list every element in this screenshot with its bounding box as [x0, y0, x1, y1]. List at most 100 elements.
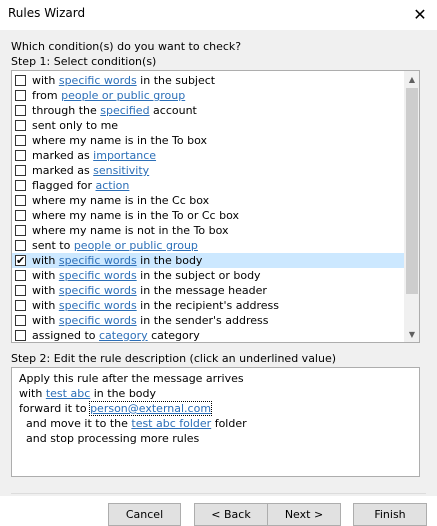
- condition-link[interactable]: people or public group: [61, 89, 185, 102]
- condition-item[interactable]: where my name is in the To box: [12, 133, 404, 148]
- step1-label: Step 1: Select condition(s): [11, 55, 157, 68]
- scroll-up-arrow-icon[interactable]: ▲: [404, 71, 419, 87]
- condition-link[interactable]: specific words: [59, 284, 137, 297]
- condition-item[interactable]: where my name is not in the To box: [12, 223, 404, 238]
- condition-item[interactable]: ✔ with specific words in the body: [12, 253, 404, 268]
- condition-item[interactable]: marked as importance: [12, 148, 404, 163]
- condition-text: in the subject or body: [136, 269, 261, 282]
- condition-text: assigned to: [32, 329, 99, 342]
- condition-text: account: [149, 104, 197, 117]
- condition-link[interactable]: specific words: [59, 254, 137, 267]
- condition-item[interactable]: sent to people or public group: [12, 238, 404, 253]
- condition-link[interactable]: specific words: [59, 299, 137, 312]
- condition-label: with specific words in the subject: [32, 74, 215, 87]
- description-line: Apply this rule after the message arrive…: [19, 372, 244, 385]
- footer-divider: [11, 493, 426, 494]
- condition-text: from: [32, 89, 62, 102]
- condition-text: with: [32, 299, 59, 312]
- close-button[interactable]: ✕: [403, 0, 437, 28]
- condition-item[interactable]: marked as sensitivity: [12, 163, 404, 178]
- scroll-down-arrow-icon[interactable]: ▼: [404, 326, 419, 342]
- condition-label: marked as importance: [32, 149, 156, 162]
- condition-text: where my name is in the Cc box: [32, 194, 210, 207]
- condition-link[interactable]: sensitivity: [93, 164, 149, 177]
- condition-item[interactable]: with specific words in the subject: [12, 73, 404, 88]
- condition-link[interactable]: specified: [100, 104, 149, 117]
- title-bar: Rules Wizard ✕: [0, 0, 437, 30]
- condition-text: in the message header: [136, 284, 267, 297]
- question-label: Which condition(s) do you want to check?: [11, 40, 242, 53]
- condition-checkbox[interactable]: [15, 225, 26, 236]
- step2-label: Step 2: Edit the rule description (click…: [11, 352, 337, 365]
- description-link[interactable]: person@external.com: [89, 401, 213, 416]
- condition-item[interactable]: where my name is in the To or Cc box: [12, 208, 404, 223]
- condition-link[interactable]: importance: [93, 149, 156, 162]
- description-line: and stop processing more rules: [26, 432, 199, 445]
- condition-link[interactable]: specific words: [59, 269, 137, 282]
- condition-label: where my name is in the To or Cc box: [32, 209, 239, 222]
- condition-link[interactable]: action: [96, 179, 130, 192]
- condition-checkbox[interactable]: [15, 285, 26, 296]
- condition-checkbox[interactable]: ✔: [15, 255, 26, 266]
- condition-item[interactable]: with specific words in the message heade…: [12, 283, 404, 298]
- back-button[interactable]: < Back: [194, 503, 268, 526]
- condition-item[interactable]: with specific words in the recipient's a…: [12, 298, 404, 313]
- condition-link[interactable]: category: [99, 329, 148, 342]
- condition-item[interactable]: sent only to me: [12, 118, 404, 133]
- condition-link[interactable]: specific words: [59, 314, 137, 327]
- condition-text: with: [32, 284, 59, 297]
- condition-checkbox[interactable]: [15, 180, 26, 191]
- next-button[interactable]: Next >: [267, 503, 341, 526]
- condition-label: with specific words in the recipient's a…: [32, 299, 279, 312]
- description-line: with test abc in the body: [19, 387, 156, 400]
- condition-checkbox[interactable]: [15, 150, 26, 161]
- description-link[interactable]: test abc folder: [131, 417, 211, 430]
- rule-description-box[interactable]: Apply this rule after the message arrive…: [11, 367, 420, 477]
- condition-link[interactable]: people or public group: [74, 239, 198, 252]
- condition-label: sent to people or public group: [32, 239, 198, 252]
- conditions-scrollbar[interactable]: ▲ ▼: [404, 71, 419, 342]
- condition-label: flagged for action: [32, 179, 129, 192]
- description-text: Apply this rule after the message arrive…: [19, 372, 244, 385]
- condition-checkbox[interactable]: [15, 195, 26, 206]
- condition-checkbox[interactable]: [15, 315, 26, 326]
- close-icon: ✕: [413, 4, 427, 24]
- condition-link[interactable]: specific words: [59, 74, 137, 87]
- condition-checkbox[interactable]: [15, 120, 26, 131]
- condition-checkbox[interactable]: [15, 240, 26, 251]
- condition-label: with specific words in the body: [32, 254, 202, 267]
- condition-label: from people or public group: [32, 89, 185, 102]
- condition-checkbox[interactable]: [15, 300, 26, 311]
- scroll-thumb[interactable]: [406, 88, 418, 294]
- condition-label: sent only to me: [32, 119, 118, 132]
- condition-label: with specific words in the message heade…: [32, 284, 267, 297]
- condition-item[interactable]: from people or public group: [12, 88, 404, 103]
- condition-checkbox[interactable]: [15, 105, 26, 116]
- condition-item[interactable]: flagged for action: [12, 178, 404, 193]
- condition-text: category: [147, 329, 200, 342]
- conditions-list[interactable]: assigned to category category with specif…: [11, 70, 420, 343]
- window-title: Rules Wizard: [8, 6, 86, 20]
- condition-checkbox[interactable]: [15, 90, 26, 101]
- condition-item[interactable]: assigned to category category: [12, 328, 404, 342]
- cancel-button[interactable]: Cancel: [108, 503, 181, 526]
- condition-label: with specific words in the subject or bo…: [32, 269, 261, 282]
- condition-item[interactable]: with specific words in the subject or bo…: [12, 268, 404, 283]
- description-text: with: [19, 387, 46, 400]
- condition-checkbox[interactable]: [15, 210, 26, 221]
- condition-checkbox[interactable]: [15, 165, 26, 176]
- condition-item[interactable]: where my name is in the Cc box: [12, 193, 404, 208]
- condition-checkbox[interactable]: [15, 135, 26, 146]
- condition-checkbox[interactable]: [15, 330, 26, 341]
- condition-checkbox[interactable]: [15, 75, 26, 86]
- description-text: in the body: [90, 387, 157, 400]
- finish-button[interactable]: Finish: [353, 503, 427, 526]
- description-line: forward it to person@external.com: [19, 401, 213, 416]
- condition-item[interactable]: with specific words in the sender's addr…: [12, 313, 404, 328]
- description-link[interactable]: test abc: [46, 387, 90, 400]
- condition-text: where my name is not in the To box: [32, 224, 229, 237]
- condition-checkbox[interactable]: [15, 270, 26, 281]
- condition-text: marked as: [32, 164, 94, 177]
- condition-label: where my name is not in the To box: [32, 224, 229, 237]
- condition-item[interactable]: through the specified account: [12, 103, 404, 118]
